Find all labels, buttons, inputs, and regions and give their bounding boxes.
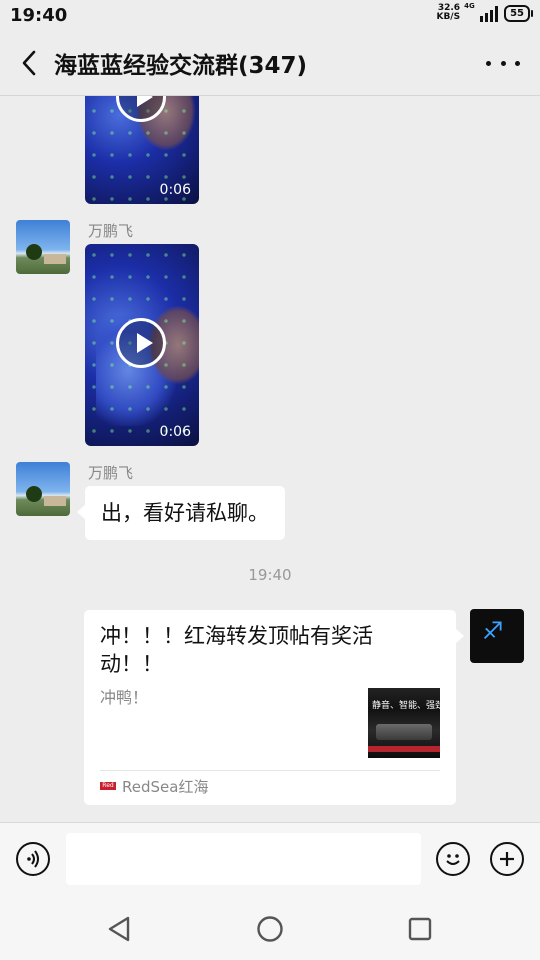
sagittarius-icon: ♐	[482, 617, 504, 645]
system-nav-bar	[0, 898, 540, 960]
chat-title: 海蓝蓝经验交流群(347)	[54, 53, 308, 79]
network-speed: 32.6 KB/S	[436, 4, 460, 22]
back-button[interactable]	[14, 48, 44, 78]
nav-back-button[interactable]	[104, 914, 134, 944]
battery-level: 55	[510, 7, 524, 19]
network-speed-unit: KB/S	[436, 12, 461, 22]
voice-icon	[27, 850, 39, 868]
triangle-back-icon	[108, 916, 130, 942]
play-icon[interactable]	[116, 318, 166, 368]
link-card-title: 冲！！！红海转发顶帖有奖活动！！	[100, 624, 373, 676]
message-list[interactable]: 0:06 万鹏飞 0:06 万鹏飞 出，看好请私聊。 19:40 冲！！！红海转…	[0, 96, 540, 822]
self-avatar[interactable]: ♐	[470, 609, 524, 663]
input-bar	[0, 822, 540, 899]
avatar[interactable]	[16, 220, 70, 274]
emoji-icon	[446, 854, 460, 865]
thumbnail-caption: 静音、智能、强劲	[372, 701, 440, 711]
nav-home-button[interactable]	[255, 914, 285, 944]
status-time: 19:40	[10, 5, 68, 26]
status-bar: 19:40 32.6 KB/S 4G 55	[0, 0, 540, 30]
video-duration: 0:06	[159, 182, 191, 198]
signal-type: 4G	[464, 2, 475, 10]
sender-name: 万鹏飞	[88, 464, 134, 482]
redsea-logo-icon: Red Sea	[100, 782, 116, 797]
chevron-left-icon	[22, 50, 36, 76]
sender-name: 万鹏飞	[88, 222, 134, 240]
signal-icon: 4G	[464, 2, 499, 22]
message-timestamp: 19:40	[248, 566, 292, 584]
voice-button[interactable]	[16, 842, 50, 876]
plus-icon	[500, 852, 514, 866]
avatar[interactable]	[16, 462, 70, 516]
plus-button[interactable]	[490, 842, 524, 876]
circle-home-icon	[257, 916, 283, 942]
video-message[interactable]: 0:06	[85, 244, 199, 446]
battery-icon: 55	[504, 4, 533, 22]
video-duration: 0:06	[159, 424, 191, 440]
link-card-thumbnail: 静音、智能、强劲	[368, 688, 440, 758]
more-options-button[interactable]	[486, 52, 520, 74]
divider	[100, 770, 440, 771]
status-icons: 32.6 KB/S 4G 55	[436, 2, 533, 22]
message-input[interactable]	[66, 833, 421, 885]
chat-header: 海蓝蓝经验交流群(347)	[0, 30, 540, 96]
square-recent-icon	[408, 917, 432, 941]
nav-recent-button[interactable]	[405, 914, 435, 944]
emoji-button[interactable]	[436, 842, 470, 876]
video-message[interactable]: 0:06	[85, 96, 199, 204]
more-dots-icon	[486, 60, 491, 66]
link-card-message[interactable]: 冲！！！红海转发顶帖有奖活动！！ 冲鸭！ 静音、智能、强劲 Red Sea Re…	[84, 610, 464, 805]
link-card-description: 冲鸭！	[100, 688, 149, 707]
link-card-source: RedSea红海	[122, 778, 209, 796]
text-message[interactable]: 出，看好请私聊。	[77, 486, 285, 540]
